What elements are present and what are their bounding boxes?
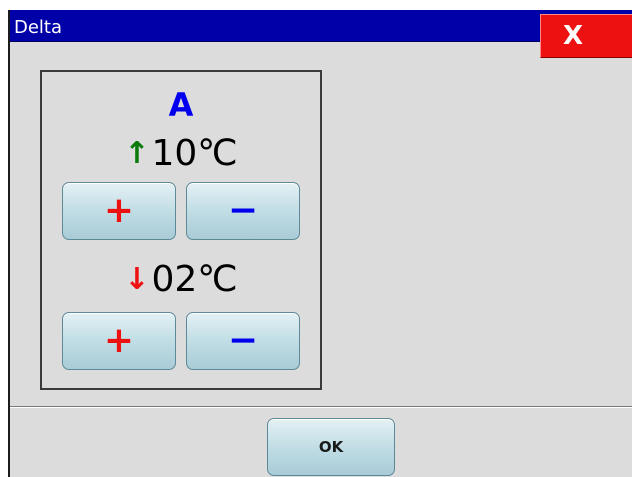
lower-delta-row: ↓ 02℃: [42, 260, 320, 300]
title-bar[interactable]: Delta: [10, 10, 632, 42]
upper-delta-value: 10℃: [151, 133, 238, 174]
upper-decrease-button[interactable]: −: [186, 182, 300, 240]
upper-delta-row: ↑ 10℃: [42, 134, 320, 174]
close-icon: X: [562, 21, 584, 51]
minus-icon: −: [227, 190, 259, 231]
window-title: Delta: [14, 17, 63, 38]
close-button[interactable]: X: [540, 14, 632, 58]
plus-icon: +: [103, 190, 135, 231]
delta-panel-a: A ↑ 10℃ + − ↓ 02℃ + −: [40, 70, 322, 390]
lower-delta-value: 02℃: [151, 259, 238, 300]
footer-divider: [10, 406, 632, 408]
ok-button[interactable]: OK: [267, 418, 395, 476]
lower-increase-button[interactable]: +: [62, 312, 176, 370]
plus-icon: +: [103, 320, 135, 361]
panel-label: A: [168, 86, 194, 124]
minus-icon: −: [227, 320, 259, 361]
upper-increase-button[interactable]: +: [62, 182, 176, 240]
delta-dialog: Delta X A ↑ 10℃ + − ↓ 02℃ + − OK: [8, 10, 632, 477]
arrow-down-icon: ↓: [124, 262, 150, 297]
ok-button-label: OK: [318, 438, 344, 456]
lower-decrease-button[interactable]: −: [186, 312, 300, 370]
arrow-up-icon: ↑: [124, 136, 150, 171]
